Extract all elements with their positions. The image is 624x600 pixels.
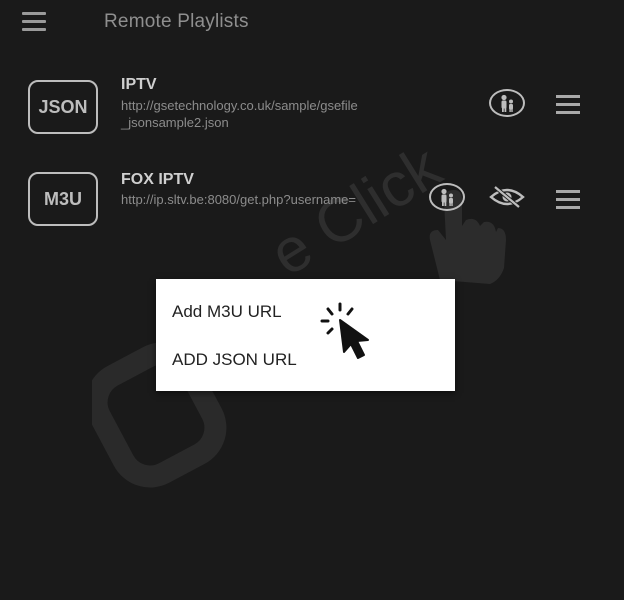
hidden-eye-icon[interactable]	[489, 186, 525, 208]
playlist-url-line: http://gsetechnology.co.uk/sample/gsefil…	[121, 98, 358, 113]
playlist-name: FOX IPTV	[121, 171, 194, 188]
add-m3u-url-menu-item[interactable]: Add M3U URL	[172, 302, 282, 322]
drag-handle-icon[interactable]	[556, 190, 580, 210]
click-cursor-icon	[320, 302, 369, 359]
drag-handle-icon[interactable]	[556, 95, 580, 115]
add-playlist-popup-menu: Add M3U URL ADD JSON URL	[156, 279, 455, 391]
playlist-url: http://ip.sltv.be:8080/get.php?username=	[121, 192, 357, 207]
playlist-url: http://gsetechnology.co.uk/sample/gsefil…	[121, 97, 471, 131]
page-title: Remote Playlists	[104, 11, 249, 32]
playlist-item[interactable]: JSON IPTV http://gsetechnology.co.uk/sam…	[0, 62, 624, 142]
parental-control-icon	[501, 94, 513, 112]
playlist-item[interactable]: M3U FOX IPTV http://ip.sltv.be:8080/get.…	[0, 150, 624, 230]
parental-control-button[interactable]	[489, 89, 525, 117]
playlist-name: IPTV	[121, 76, 157, 93]
playlist-url-line: _jsonsample2.json	[121, 115, 229, 130]
m3u-format-badge: M3U	[28, 172, 98, 226]
hamburger-menu-icon[interactable]	[22, 12, 48, 34]
parental-control-icon	[441, 188, 453, 206]
add-json-url-menu-item[interactable]: ADD JSON URL	[172, 350, 297, 370]
parental-control-button[interactable]	[429, 183, 465, 211]
app-header: Remote Playlists	[0, 0, 624, 46]
json-format-badge: JSON	[28, 80, 98, 134]
